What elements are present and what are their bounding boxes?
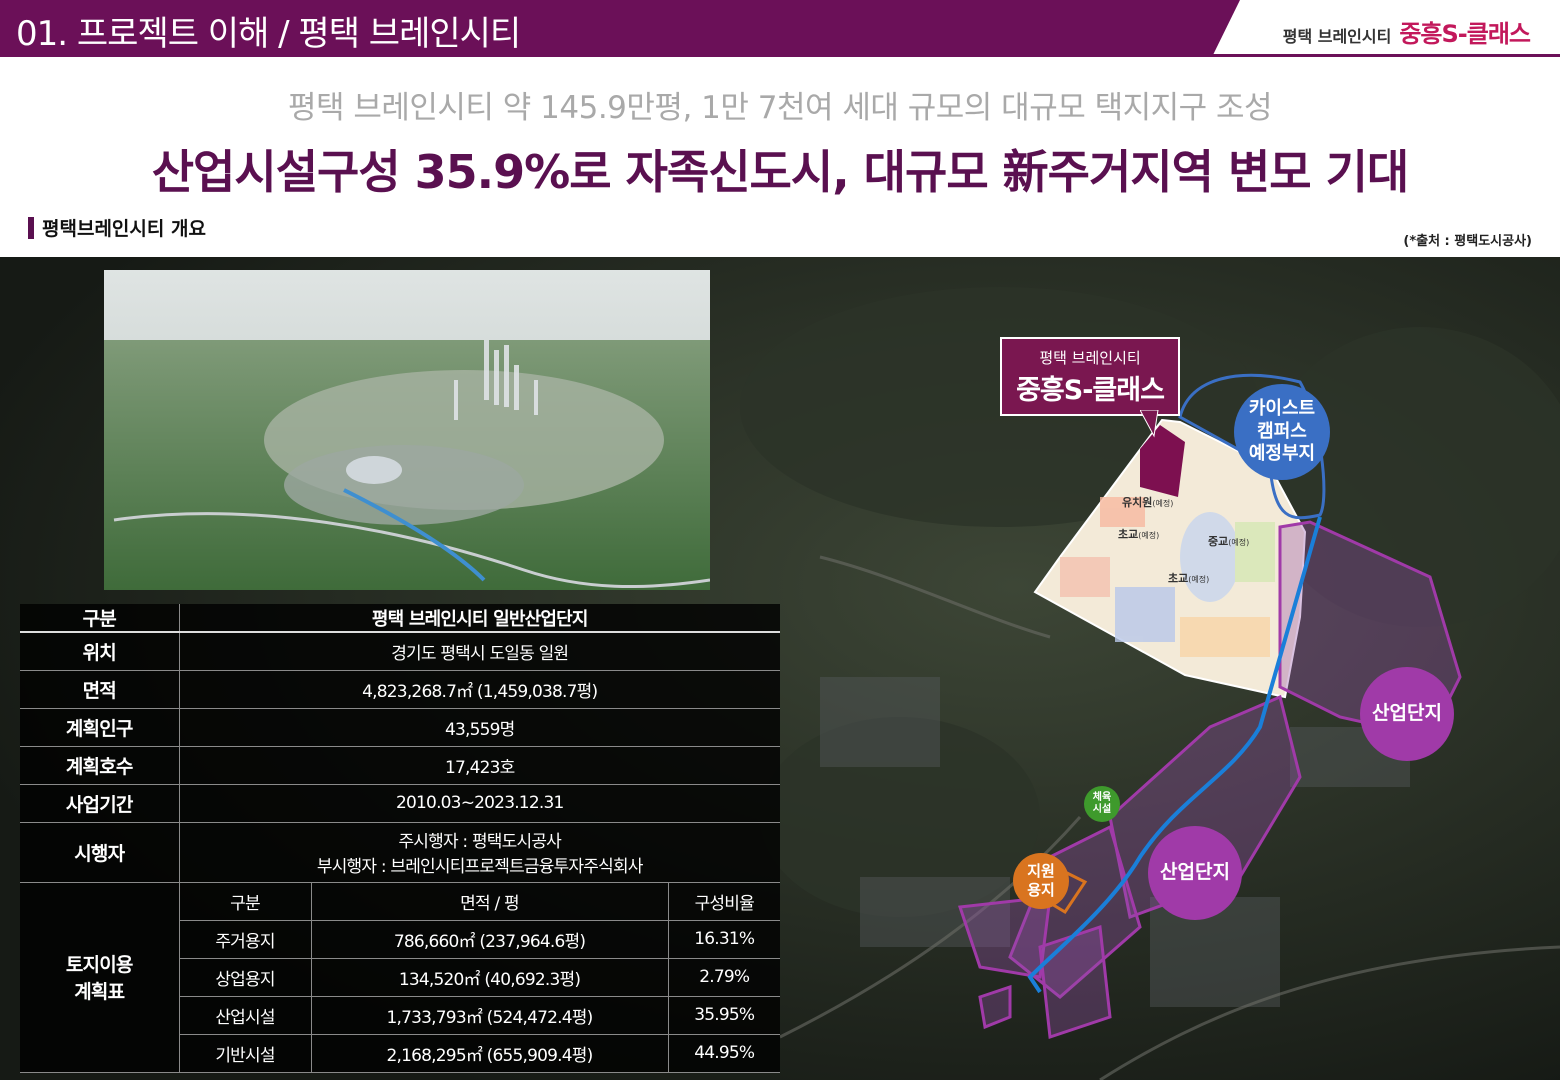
landuse-header-row: 토지이용 계획표 구분 면적 / 평 구성비율 bbox=[20, 882, 780, 1073]
support-label-1: 지원 bbox=[1027, 862, 1055, 881]
row-label: 사업기간 bbox=[20, 784, 180, 823]
table-row: 면적 4,823,268.7㎡ (1,459,038.7평) bbox=[20, 670, 780, 709]
landuse-type: 상업용지 bbox=[179, 958, 312, 997]
landuse-col-type: 구분 bbox=[179, 882, 312, 921]
site-callout: 평택 브레인시티 중흥S-클래스 bbox=[1000, 337, 1180, 416]
table-row: 계획인구 43,559명 bbox=[20, 708, 780, 747]
sports-facility-marker: 체육 시설 bbox=[1084, 786, 1120, 822]
row-label: 계획인구 bbox=[20, 708, 180, 747]
kaist-label-1: 카이스트 bbox=[1248, 398, 1316, 420]
support-label-2: 용지 bbox=[1027, 881, 1055, 899]
callout-subtitle: 평택 브레인시티 bbox=[1039, 349, 1141, 367]
landuse-col-ratio: 구성비율 bbox=[668, 882, 780, 921]
planned-tag: (예정) bbox=[1138, 531, 1160, 540]
kindergarten-text: 유치원 bbox=[1122, 496, 1153, 509]
kaist-campus-marker: 카이스트 캠퍼스 예정부지 bbox=[1234, 384, 1330, 480]
brand-name: 중흥S-클래스 bbox=[1399, 20, 1531, 48]
landuse-col-area: 면적 / 평 bbox=[311, 882, 669, 921]
landuse-ratio: 16.31% bbox=[668, 920, 780, 959]
landuse-type: 산업시설 bbox=[179, 996, 312, 1035]
row-value: 2010.03~2023.12.31 bbox=[179, 784, 780, 823]
aerial-rendering-image bbox=[104, 270, 710, 590]
callout-brand: 중흥S-클래스 bbox=[1016, 375, 1165, 406]
operator-label: 시행자 bbox=[20, 822, 180, 883]
row-value: 경기도 평택시 도일동 일원 bbox=[179, 632, 780, 671]
industrial-complex-marker: 산업단지 bbox=[1360, 667, 1454, 761]
overview-heading: 평택브레인시티 개요 bbox=[28, 214, 206, 241]
header-category: 구분 bbox=[20, 604, 180, 633]
elementary-school-label: 초교(예정) bbox=[1168, 570, 1209, 586]
operator-main: 주시행자 : 평택도시공사 bbox=[398, 832, 562, 852]
row-label: 면적 bbox=[20, 670, 180, 709]
landuse-area: 2,168,295㎡ (655,909.4평) bbox=[311, 1034, 669, 1073]
support-land-marker: 지원 용지 bbox=[1013, 853, 1069, 909]
landuse-label-line1: 토지이용 bbox=[65, 954, 134, 976]
landuse-type: 기반시설 bbox=[179, 1034, 312, 1073]
callout-pointer bbox=[1140, 410, 1159, 438]
landuse-ratio: 44.95% bbox=[668, 1034, 780, 1073]
row-value: 17,423호 bbox=[179, 746, 780, 785]
kindergarten-label: 유치원(예정) bbox=[1122, 494, 1173, 510]
planned-tag: (예정) bbox=[1188, 575, 1210, 584]
row-value: 43,559명 bbox=[179, 708, 780, 747]
header-title: 평택 브레인시티 일반산업단지 bbox=[179, 604, 780, 633]
brand-logo: 평택 브레인시티 중흥S-클래스 bbox=[1282, 14, 1531, 49]
section-title: 01. 프로젝트 이해 / 평택 브레인시티 bbox=[16, 14, 521, 54]
aerial-rendering bbox=[104, 270, 710, 590]
operator-sub: 부시행자 : 브레인시티프로젝트금융투자주식회사 bbox=[316, 857, 644, 877]
planned-tag: (예정) bbox=[1228, 538, 1250, 547]
sports-label-1: 체육 bbox=[1092, 791, 1112, 803]
planned-tag: (예정) bbox=[1152, 499, 1174, 508]
landuse-ratio: 2.79% bbox=[668, 958, 780, 997]
landuse-area: 786,660㎡ (237,964.6평) bbox=[311, 920, 669, 959]
row-value: 4,823,268.7㎡ (1,459,038.7평) bbox=[179, 670, 780, 709]
landuse-ratio: 35.95% bbox=[668, 996, 780, 1035]
row-label: 위치 bbox=[20, 632, 180, 671]
landuse-label: 토지이용 계획표 bbox=[20, 882, 180, 1073]
kaist-label-2: 캠퍼스 bbox=[1257, 420, 1307, 442]
landuse-area: 1,733,793㎡ (524,472.4평) bbox=[311, 996, 669, 1035]
landuse-type: 주거용지 bbox=[179, 920, 312, 959]
operator-row: 시행자 주시행자 : 평택도시공사 부시행자 : 브레인시티프로젝트금융투자주식… bbox=[20, 822, 780, 883]
overview-heading-text: 평택브레인시티 개요 bbox=[42, 218, 206, 240]
industrial-complex-marker: 산업단지 bbox=[1148, 826, 1242, 920]
headline-subtitle: 평택 브레인시티 약 145.9만평, 1만 7천여 세대 규모의 대규모 택지… bbox=[287, 90, 1273, 126]
sports-label-2: 시설 bbox=[1092, 804, 1112, 815]
source-note: (*출처 : 평택도시공사) bbox=[1403, 234, 1532, 249]
landuse-area: 134,520㎡ (40,692.3평) bbox=[311, 958, 669, 997]
elementary-school-label: 초교(예정) bbox=[1118, 526, 1159, 542]
brand-small-text: 평택 브레인시티 bbox=[1282, 27, 1392, 46]
top-banner: 01. 프로젝트 이해 / 평택 브레인시티 평택 브레인시티 중흥S-클래스 bbox=[0, 0, 1560, 57]
overview-table: 구분 평택 브레인시티 일반산업단지 위치 경기도 평택시 도일동 일원 면적 … bbox=[20, 604, 780, 1073]
middle-school-label: 중교(예정) bbox=[1208, 533, 1249, 549]
operator-value: 주시행자 : 평택도시공사 부시행자 : 브레인시티프로젝트금융투자주식회사 bbox=[179, 822, 780, 883]
elementary-text: 초교 bbox=[1168, 572, 1189, 585]
table-row: 사업기간 2010.03~2023.12.31 bbox=[20, 784, 780, 823]
landuse-label-line2: 계획표 bbox=[74, 981, 125, 1003]
row-label: 계획호수 bbox=[20, 746, 180, 785]
table-header-row: 구분 평택 브레인시티 일반산업단지 bbox=[20, 604, 780, 633]
table-row: 계획호수 17,423호 bbox=[20, 746, 780, 785]
elementary-text: 초교 bbox=[1118, 528, 1139, 541]
table-row: 위치 경기도 평택시 도일동 일원 bbox=[20, 632, 780, 671]
kaist-label-3: 예정부지 bbox=[1248, 443, 1316, 465]
middle-school-text: 중교 bbox=[1208, 535, 1229, 548]
headline-title: 산업시설구성 35.9%로 자족신도시, 대규모 新주거지역 변모 기대 bbox=[151, 145, 1410, 199]
heading-marker bbox=[28, 216, 34, 239]
